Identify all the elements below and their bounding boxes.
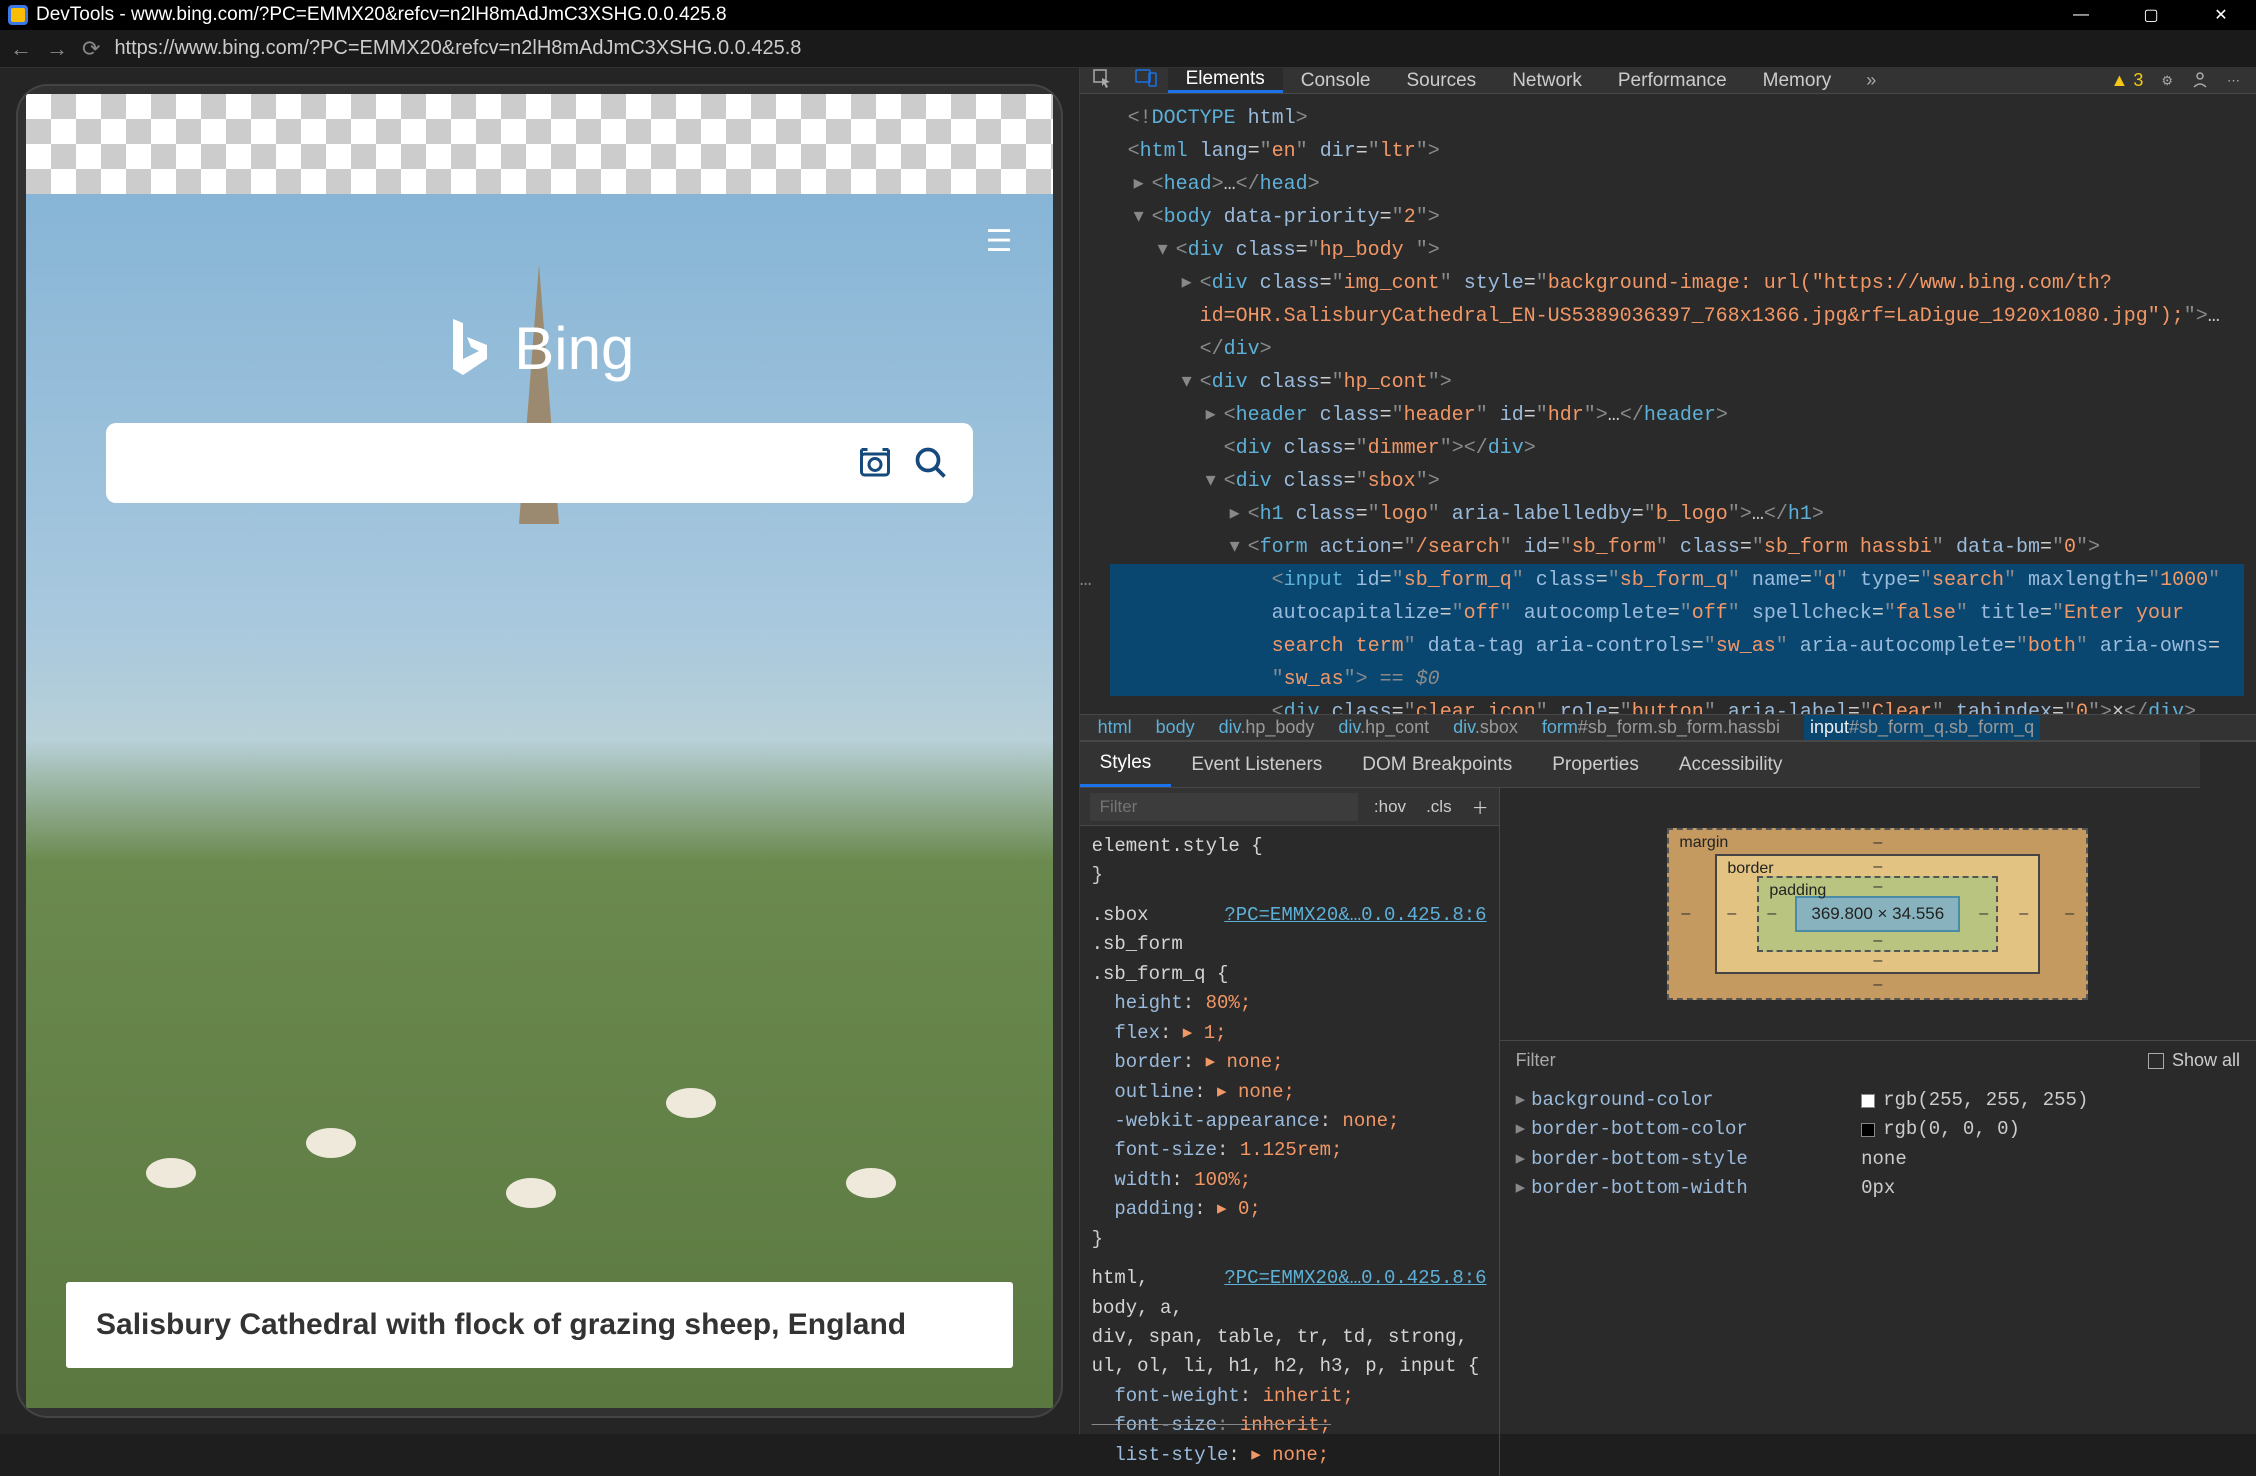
dom-node[interactable]: … <input id="sb_form_q" class="sb_form_q… bbox=[1110, 564, 2244, 597]
dom-node[interactable]: ▾<div class="sbox"> bbox=[1110, 465, 2244, 498]
styles-tab-accessibility[interactable]: Accessibility bbox=[1659, 742, 1802, 787]
search-icon[interactable] bbox=[913, 445, 949, 481]
box-model: margin – – – – border – – – – padding bbox=[1500, 788, 2256, 1040]
computed-row[interactable]: ▸border-bottom-stylenone bbox=[1516, 1145, 2240, 1174]
kebab-menu-icon[interactable]: ⋯ bbox=[2227, 73, 2240, 89]
computed-filter-bar: Filter Show all bbox=[1500, 1040, 2256, 1080]
breadcrumb-item[interactable]: body bbox=[1156, 717, 1195, 738]
tab-performance[interactable]: Performance bbox=[1600, 68, 1745, 93]
styles-tab-styles[interactable]: Styles bbox=[1080, 742, 1172, 787]
tab-memory[interactable]: Memory bbox=[1745, 68, 1850, 93]
window-title: DevTools - www.bing.com/?PC=EMMX20&refcv… bbox=[36, 4, 727, 26]
breadcrumb-item[interactable]: form#sb_form.sb_form.hassbi bbox=[1542, 717, 1780, 738]
sheep-illustration bbox=[506, 1178, 556, 1208]
caption-text: Salisbury Cathedral with flock of grazin… bbox=[96, 1308, 906, 1341]
address-bar: ← → ⟳ https://www.bing.com/?PC=EMMX20&re… bbox=[0, 30, 2256, 68]
dom-node[interactable]: ▸<h1 class="logo" aria-labelledby="b_log… bbox=[1110, 498, 2244, 531]
dom-node[interactable]: <div class="dimmer"></div> bbox=[1110, 432, 2244, 465]
breadcrumb-item[interactable]: div.hp_body bbox=[1219, 717, 1315, 738]
close-button[interactable]: ✕ bbox=[2186, 0, 2256, 30]
minimize-button[interactable]: ― bbox=[2046, 0, 2116, 30]
more-tabs-icon[interactable]: » bbox=[1849, 70, 1893, 91]
dom-breadcrumb[interactable]: html body div.hp_body div.hp_cont div.sbox fo… bbox=[1080, 714, 2256, 741]
dom-node[interactable]: ▾<div class="hp_cont"> bbox=[1110, 366, 2244, 399]
dom-node[interactable]: ▸<head>…</head> bbox=[1110, 168, 2244, 201]
device-frame: ☰ Bing Salisbury Cathedral with flock of… bbox=[16, 84, 1063, 1418]
padding-label: padding bbox=[1769, 882, 1826, 900]
url-text[interactable]: https://www.bing.com/?PC=EMMX20&refcv=n2… bbox=[114, 37, 801, 60]
dom-node[interactable]: ▾<form action="/search" id="sb_form" cla… bbox=[1110, 531, 2244, 564]
devtools-tabs: ElementsConsoleSourcesNetworkPerformance… bbox=[1080, 68, 2256, 94]
devtools-pane: ElementsConsoleSourcesNetworkPerformance… bbox=[1079, 68, 2256, 1434]
dom-node[interactable]: <html lang="en" dir="ltr"> bbox=[1110, 135, 2244, 168]
cls-toggle[interactable]: .cls bbox=[1416, 797, 1462, 817]
bing-logo-icon bbox=[444, 319, 494, 379]
dom-node[interactable]: ▾<body data-priority="2"> bbox=[1110, 201, 2244, 234]
styles-tab-properties[interactable]: Properties bbox=[1532, 742, 1659, 787]
menu-icon[interactable]: ☰ bbox=[986, 224, 1013, 259]
dom-node[interactable]: <div class="clear icon" role="button" ar… bbox=[1110, 696, 2244, 714]
dom-node[interactable]: "sw_as"> == $0 bbox=[1110, 663, 2244, 696]
tab-elements[interactable]: Elements bbox=[1168, 68, 1283, 93]
breadcrumb-item[interactable]: html bbox=[1098, 717, 1132, 738]
search-box[interactable] bbox=[106, 423, 973, 503]
warnings-badge[interactable]: ▲ 3 bbox=[2111, 70, 2144, 91]
sheep-illustration bbox=[666, 1088, 716, 1118]
margin-label: margin bbox=[1679, 834, 1728, 852]
dom-node[interactable]: ▸<header class="header" id="hdr">…</head… bbox=[1110, 399, 2244, 432]
computed-row[interactable]: ▸border-bottom-colorrgb(0, 0, 0) bbox=[1516, 1115, 2240, 1144]
camera-search-icon[interactable] bbox=[857, 445, 893, 481]
computed-pane: margin – – – – border – – – – padding bbox=[1500, 742, 2256, 1476]
computed-row[interactable]: ▸border-bottom-width0px bbox=[1516, 1174, 2240, 1203]
styles-tab-event-listeners[interactable]: Event Listeners bbox=[1171, 742, 1342, 787]
maximize-button[interactable]: ▢ bbox=[2116, 0, 2186, 30]
bing-logo-text: Bing bbox=[514, 314, 634, 383]
inspect-element-icon[interactable] bbox=[1080, 68, 1124, 93]
sheep-illustration bbox=[146, 1158, 196, 1188]
dom-node[interactable]: </div> bbox=[1110, 333, 2244, 366]
reload-button[interactable]: ⟳ bbox=[82, 36, 100, 62]
back-button[interactable]: ← bbox=[10, 36, 32, 62]
dom-node[interactable]: search term" data-tag aria-controls="sw_… bbox=[1110, 630, 2244, 663]
tab-console[interactable]: Console bbox=[1283, 68, 1389, 93]
styles-tab-dom-breakpoints[interactable]: DOM Breakpoints bbox=[1342, 742, 1532, 787]
computed-properties[interactable]: ▸background-colorrgb(255, 255, 255)▸bord… bbox=[1500, 1080, 2256, 1476]
styles-filter-bar: :hov .cls ＋ bbox=[1080, 788, 1499, 826]
breadcrumb-item[interactable]: div.hp_cont bbox=[1338, 717, 1429, 738]
settings-icon[interactable]: ⚙ bbox=[2161, 73, 2173, 89]
device-preview-pane: ☰ Bing Salisbury Cathedral with flock of… bbox=[0, 68, 1079, 1434]
breadcrumb-item[interactable]: input#sb_form_q.sb_form_q bbox=[1804, 715, 2040, 740]
styles-pane: StylesEvent ListenersDOM BreakpointsProp… bbox=[1080, 742, 1500, 1476]
image-caption-card[interactable]: Salisbury Cathedral with flock of grazin… bbox=[66, 1282, 1013, 1368]
dom-node[interactable]: ▸<div class="img_cont" style="background… bbox=[1110, 267, 2244, 300]
dom-tree[interactable]: <!DOCTYPE html> <html lang="en" dir="ltr… bbox=[1080, 94, 2256, 714]
transparency-background bbox=[26, 94, 1053, 194]
page-hero: ☰ Bing Salisbury Cathedral with flock of… bbox=[26, 194, 1053, 1408]
window-titlebar: DevTools - www.bing.com/?PC=EMMX20&refcv… bbox=[0, 0, 2256, 30]
bing-logo: Bing bbox=[444, 314, 634, 383]
dom-node[interactable]: id=OHR.SalisburyCathedral_EN-US538903639… bbox=[1110, 300, 2244, 333]
tab-sources[interactable]: Sources bbox=[1388, 68, 1494, 93]
sheep-illustration bbox=[306, 1128, 356, 1158]
tab-network[interactable]: Network bbox=[1494, 68, 1600, 93]
dom-node[interactable]: autocapitalize="off" autocomplete="off" … bbox=[1110, 597, 2244, 630]
box-content-size: 369.800 × 34.556 bbox=[1795, 896, 1960, 932]
dom-node[interactable]: ▾<div class="hp_body "> bbox=[1110, 234, 2244, 267]
dom-node[interactable]: <!DOCTYPE html> bbox=[1110, 102, 2244, 135]
account-icon[interactable] bbox=[2191, 70, 2209, 91]
device-toggle-icon[interactable] bbox=[1124, 69, 1168, 92]
devtools-app-icon bbox=[8, 5, 28, 25]
computed-filter-label[interactable]: Filter bbox=[1516, 1050, 1556, 1071]
computed-row[interactable]: ▸background-colorrgb(255, 255, 255) bbox=[1516, 1086, 2240, 1115]
show-all-toggle[interactable]: Show all bbox=[2148, 1050, 2240, 1071]
forward-button[interactable]: → bbox=[46, 36, 68, 62]
breadcrumb-item[interactable]: div.sbox bbox=[1453, 717, 1518, 738]
styles-rules[interactable]: element.style {}.sbox?PC=EMMX20&…0.0.425… bbox=[1080, 826, 1499, 1476]
sheep-illustration bbox=[846, 1168, 896, 1198]
hov-toggle[interactable]: :hov bbox=[1364, 797, 1416, 817]
add-rule-button[interactable]: ＋ bbox=[1462, 794, 1499, 819]
styles-filter-input[interactable] bbox=[1090, 793, 1358, 821]
